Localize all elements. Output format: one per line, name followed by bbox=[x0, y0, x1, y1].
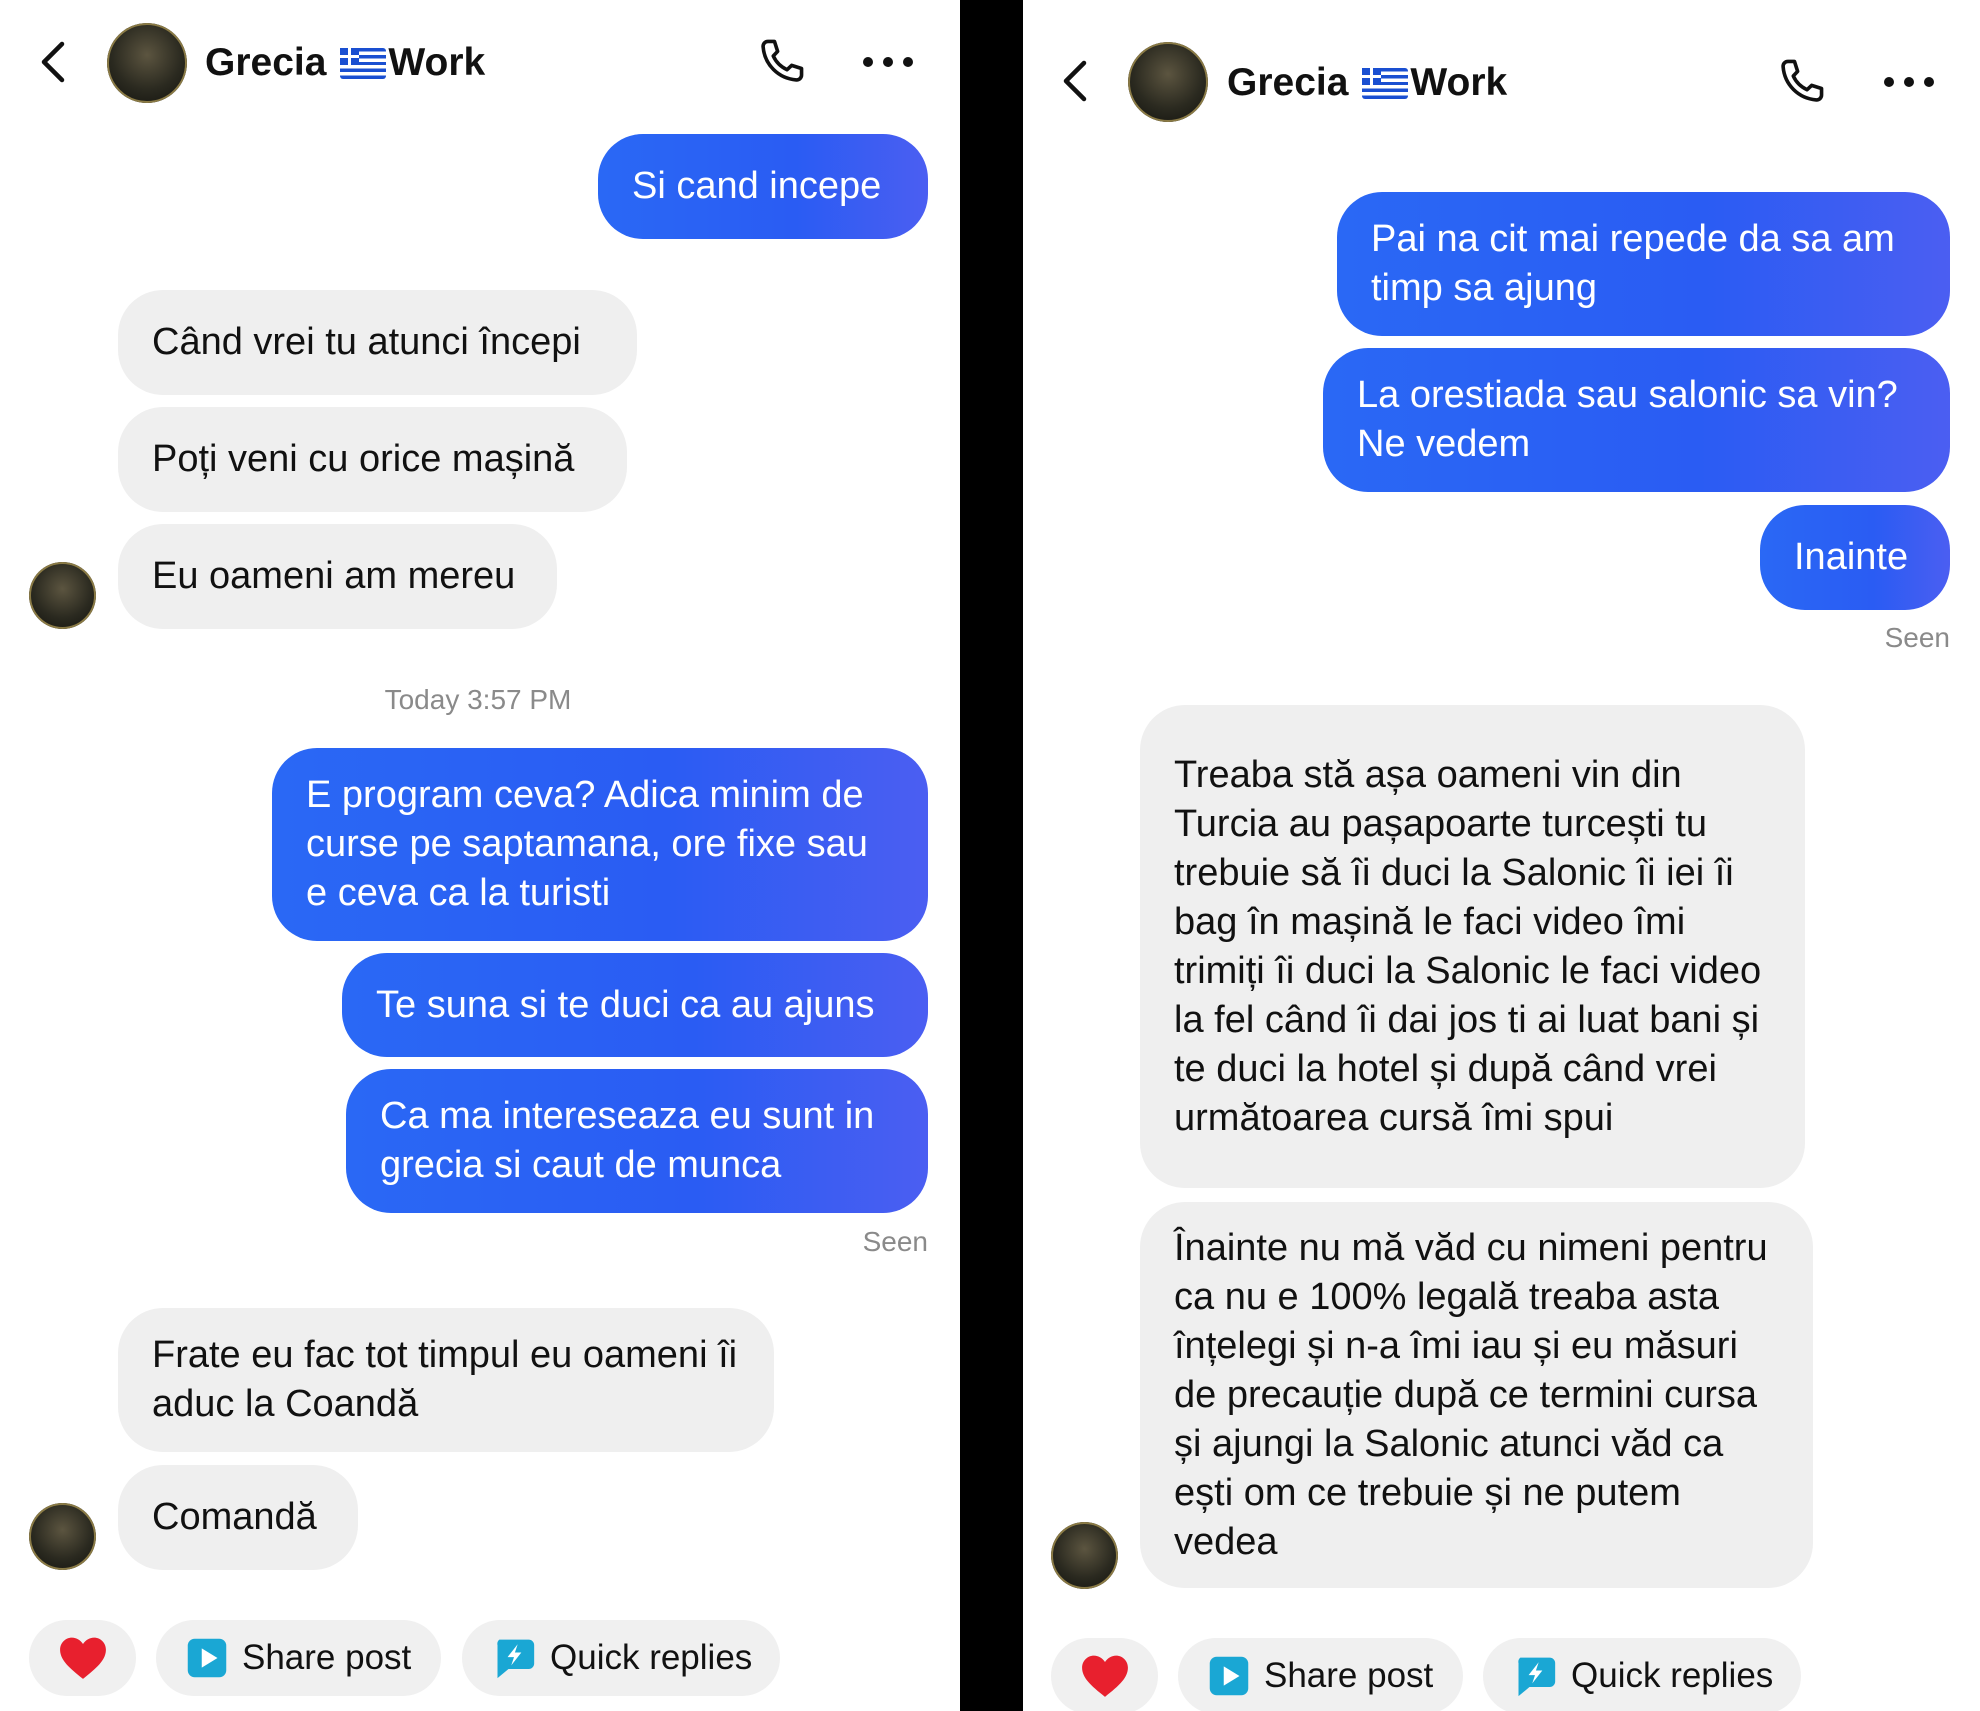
message-outgoing[interactable]: Pai na cit mai repede da sa am timp sa a… bbox=[1337, 192, 1950, 336]
chat-title[interactable]: Grecia Work bbox=[205, 38, 485, 88]
sender-avatar[interactable] bbox=[29, 562, 96, 629]
back-button[interactable] bbox=[36, 38, 72, 86]
share-post-button[interactable]: Share post bbox=[156, 1620, 441, 1696]
phone-icon bbox=[1781, 59, 1824, 102]
chevron-left-icon bbox=[41, 41, 65, 83]
seen-status: Seen bbox=[1884, 622, 1950, 653]
chat-title-part-b: Work bbox=[1410, 61, 1508, 104]
play-icon bbox=[1209, 1656, 1249, 1696]
message-outgoing[interactable]: Si cand incepe bbox=[598, 134, 928, 239]
message-outgoing[interactable]: E program ceva? Adica minim de curse pe … bbox=[272, 748, 928, 941]
back-button[interactable] bbox=[1058, 57, 1094, 105]
heart-icon bbox=[59, 1637, 106, 1679]
heart-reaction-button[interactable] bbox=[29, 1620, 136, 1696]
heart-icon bbox=[1081, 1655, 1128, 1697]
image-divider bbox=[960, 0, 1023, 1711]
chat-title-part-a: Grecia bbox=[1227, 61, 1349, 104]
lightning-bubble-icon bbox=[497, 1639, 535, 1679]
message-incoming[interactable]: Eu oameni am mereu bbox=[118, 524, 557, 629]
contact-avatar[interactable] bbox=[107, 23, 187, 103]
phone-icon bbox=[761, 39, 804, 82]
greece-flag-icon bbox=[1362, 67, 1409, 99]
quick-replies-button[interactable]: Quick replies bbox=[462, 1620, 780, 1696]
chat-title-part-a: Grecia bbox=[205, 41, 327, 84]
more-options-button[interactable] bbox=[862, 50, 914, 74]
message-outgoing[interactable]: Te suna si te duci ca au ajuns bbox=[342, 953, 928, 1057]
chat-title-part-b: Work bbox=[388, 41, 486, 84]
play-icon bbox=[187, 1638, 227, 1678]
sender-avatar[interactable] bbox=[29, 1503, 96, 1570]
call-button[interactable] bbox=[1772, 53, 1830, 111]
seen-status: Seen bbox=[862, 1226, 928, 1257]
quick-replies-button[interactable]: Quick replies bbox=[1483, 1638, 1801, 1711]
message-outgoing[interactable]: Inainte bbox=[1760, 505, 1950, 610]
message-incoming[interactable]: Înainte nu mă văd cu nimeni pentru ca nu… bbox=[1140, 1202, 1813, 1588]
message-incoming[interactable]: Frate eu fac tot timpul eu oameni îi adu… bbox=[118, 1308, 774, 1452]
call-button[interactable] bbox=[752, 33, 810, 91]
chat-panel-right: Grecia Work Pai na cit mai repede da sa … bbox=[1023, 0, 1980, 1711]
chevron-left-icon bbox=[1063, 60, 1087, 102]
more-options-button[interactable] bbox=[1883, 70, 1935, 94]
chat-title[interactable]: Grecia Work bbox=[1227, 58, 1507, 108]
message-outgoing[interactable]: La orestiada sau salonic sa vin? Ne vede… bbox=[1323, 348, 1950, 492]
message-incoming[interactable]: Comandă bbox=[118, 1465, 358, 1570]
heart-reaction-button[interactable] bbox=[1051, 1638, 1158, 1711]
chat-panel-left: Grecia Work Si cand incepe Când vrei tu … bbox=[0, 0, 960, 1711]
lightning-bubble-icon bbox=[1518, 1657, 1556, 1697]
contact-avatar[interactable] bbox=[1128, 42, 1208, 122]
message-outgoing[interactable]: Ca ma intereseaza eu sunt in grecia si c… bbox=[346, 1069, 928, 1213]
share-post-button[interactable]: Share post bbox=[1178, 1638, 1463, 1711]
greece-flag-icon bbox=[340, 47, 387, 79]
message-incoming[interactable]: Poți veni cu orice mașină bbox=[118, 407, 627, 512]
timestamp: Today 3:57 PM bbox=[384, 684, 572, 715]
message-incoming[interactable]: Când vrei tu atunci începi bbox=[118, 290, 637, 395]
more-dots-icon bbox=[1884, 77, 1934, 87]
sender-avatar[interactable] bbox=[1051, 1522, 1118, 1589]
more-dots-icon bbox=[863, 57, 913, 67]
message-incoming[interactable]: Treaba stă așa oameni vin din Turcia au … bbox=[1140, 705, 1805, 1188]
